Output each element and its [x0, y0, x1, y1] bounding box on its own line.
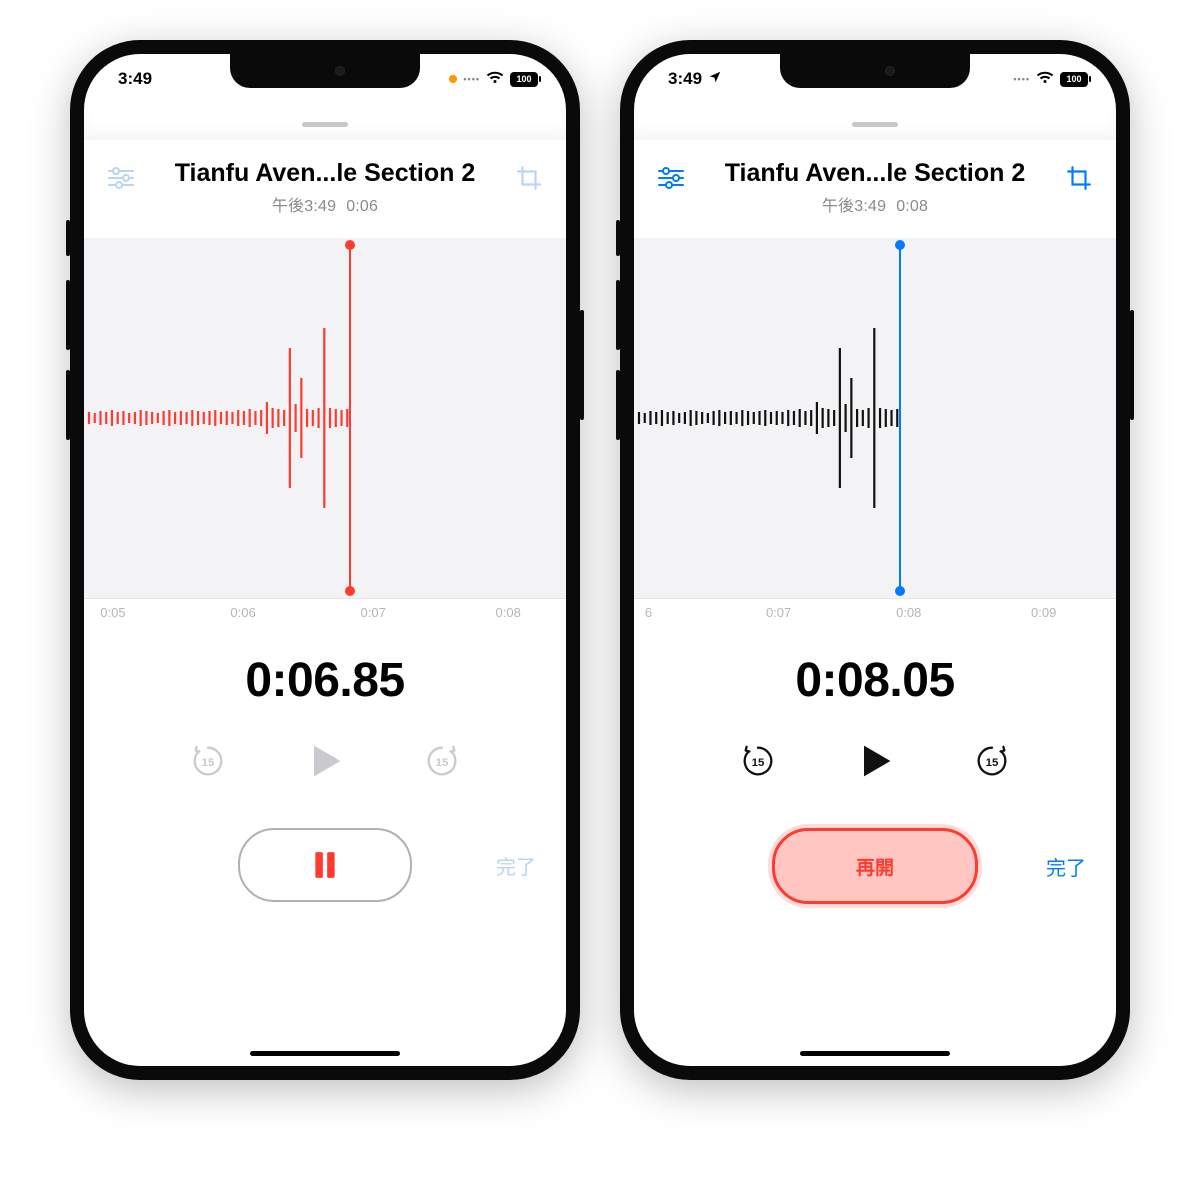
time-axis: 0:05 0:06 0:07 0:08 [84, 598, 566, 629]
svg-text:15: 15 [986, 757, 999, 769]
recording-title[interactable]: Tianfu Aven...le Section 2 [138, 159, 512, 188]
pause-recording-button[interactable] [238, 828, 412, 902]
recording-subtitle: 午後3:490:08 [688, 192, 1062, 216]
svg-text:15: 15 [202, 757, 215, 769]
trim-crop-icon[interactable] [1062, 159, 1096, 191]
notch [780, 54, 970, 88]
time-tick: 0:05 [100, 605, 125, 620]
screen: 3:49 •••• 100 [634, 54, 1116, 1066]
phone-frame-right: 3:49 •••• 100 [620, 40, 1130, 1080]
skip-forward-15-button[interactable]: 15 [972, 741, 1012, 781]
playhead[interactable] [349, 244, 351, 592]
battery-icon: 100 [510, 72, 538, 87]
status-time: 3:49 [118, 69, 152, 89]
settings-sliders-icon[interactable] [654, 159, 688, 191]
cellular-dots-icon: •••• [1013, 74, 1030, 84]
elapsed-time: 0:06.85 [84, 653, 566, 708]
play-button[interactable] [298, 734, 352, 788]
transport-controls: 15 15 [84, 734, 566, 788]
skip-back-15-button[interactable]: 15 [188, 741, 228, 781]
home-indicator[interactable] [800, 1051, 950, 1056]
svg-text:15: 15 [752, 757, 765, 769]
resume-recording-button[interactable]: 再開 [772, 828, 978, 904]
waveform-view[interactable] [84, 238, 566, 598]
trim-crop-icon[interactable] [512, 159, 546, 191]
time-tick: 0:09 [1031, 605, 1056, 620]
time-tick: 6 [645, 605, 652, 620]
recording-subtitle: 午後3:490:06 [138, 192, 512, 216]
sheet-grabber[interactable] [84, 108, 566, 141]
pause-icon [311, 850, 339, 880]
transport-controls: 15 15 [634, 734, 1116, 788]
time-axis: 6 0:07 0:08 0:09 [634, 598, 1116, 629]
elapsed-time: 0:08.05 [634, 653, 1116, 708]
recording-header: Tianfu Aven...le Section 2 午後3:490:08 [634, 141, 1116, 222]
phone-frame-left: 3:49 •••• 100 [70, 40, 580, 1080]
settings-sliders-icon[interactable] [104, 159, 138, 191]
time-tick: 0:08 [896, 605, 921, 620]
cellular-dots-icon: •••• [463, 74, 480, 84]
sheet-grabber[interactable] [634, 108, 1116, 141]
done-button[interactable]: 完了 [1046, 852, 1086, 881]
time-tick: 0:07 [766, 605, 791, 620]
wifi-icon [1036, 69, 1054, 89]
done-button[interactable]: 完了 [496, 851, 536, 880]
time-tick: 0:07 [361, 605, 386, 620]
status-time: 3:49 [668, 69, 702, 89]
home-indicator[interactable] [250, 1051, 400, 1056]
screen: 3:49 •••• 100 [84, 54, 566, 1066]
playhead[interactable] [899, 244, 901, 592]
play-button[interactable] [848, 734, 902, 788]
recording-dot-icon [449, 75, 457, 83]
recording-header: Tianfu Aven...le Section 2 午後3:490:06 [84, 141, 566, 222]
skip-forward-15-button[interactable]: 15 [422, 741, 462, 781]
battery-icon: 100 [1060, 72, 1088, 87]
time-tick: 0:08 [496, 605, 521, 620]
svg-text:15: 15 [436, 757, 449, 769]
notch [230, 54, 420, 88]
recording-title[interactable]: Tianfu Aven...le Section 2 [688, 159, 1062, 188]
location-icon [708, 69, 722, 89]
skip-back-15-button[interactable]: 15 [738, 741, 778, 781]
wifi-icon [486, 69, 504, 89]
resume-label: 再開 [856, 853, 894, 880]
waveform-view[interactable] [634, 238, 1116, 598]
time-tick: 0:06 [230, 605, 255, 620]
